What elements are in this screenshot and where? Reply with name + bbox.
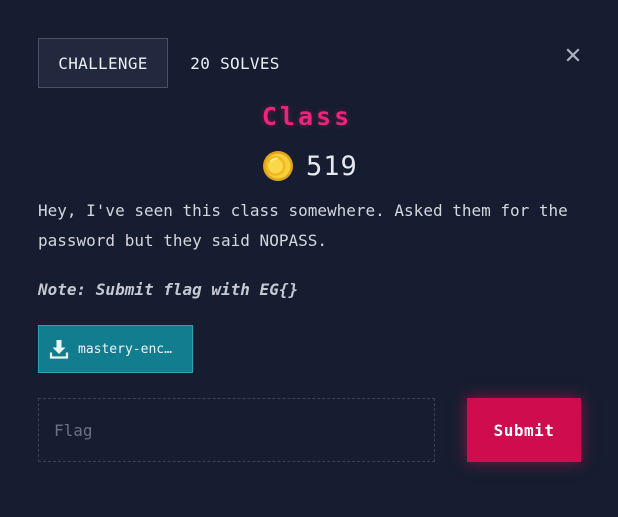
- challenge-description: Hey, I've seen this class somewhere. Ask…: [38, 201, 568, 250]
- close-button[interactable]: [561, 43, 585, 67]
- tab-challenge-label: CHALLENGE: [58, 53, 148, 73]
- tab-solves[interactable]: 20 SOLVES: [180, 38, 290, 88]
- close-icon: [566, 48, 580, 62]
- download-icon: [49, 340, 69, 359]
- challenge-value: 519: [262, 148, 358, 184]
- submit-button[interactable]: Submit: [467, 398, 581, 462]
- file-name: mastery-enc…: [78, 341, 172, 357]
- file-download-button[interactable]: mastery-enc…: [38, 325, 193, 373]
- flag-input[interactable]: [38, 398, 435, 462]
- tab-solves-label: 20 SOLVES: [190, 53, 280, 73]
- challenge-note: Note: Submit flag with EG{}: [38, 280, 299, 299]
- tab-challenge[interactable]: CHALLENGE: [38, 38, 168, 88]
- challenge-title: Class: [261, 102, 353, 131]
- value-amount: 519: [306, 150, 358, 182]
- coin-icon: [263, 151, 293, 181]
